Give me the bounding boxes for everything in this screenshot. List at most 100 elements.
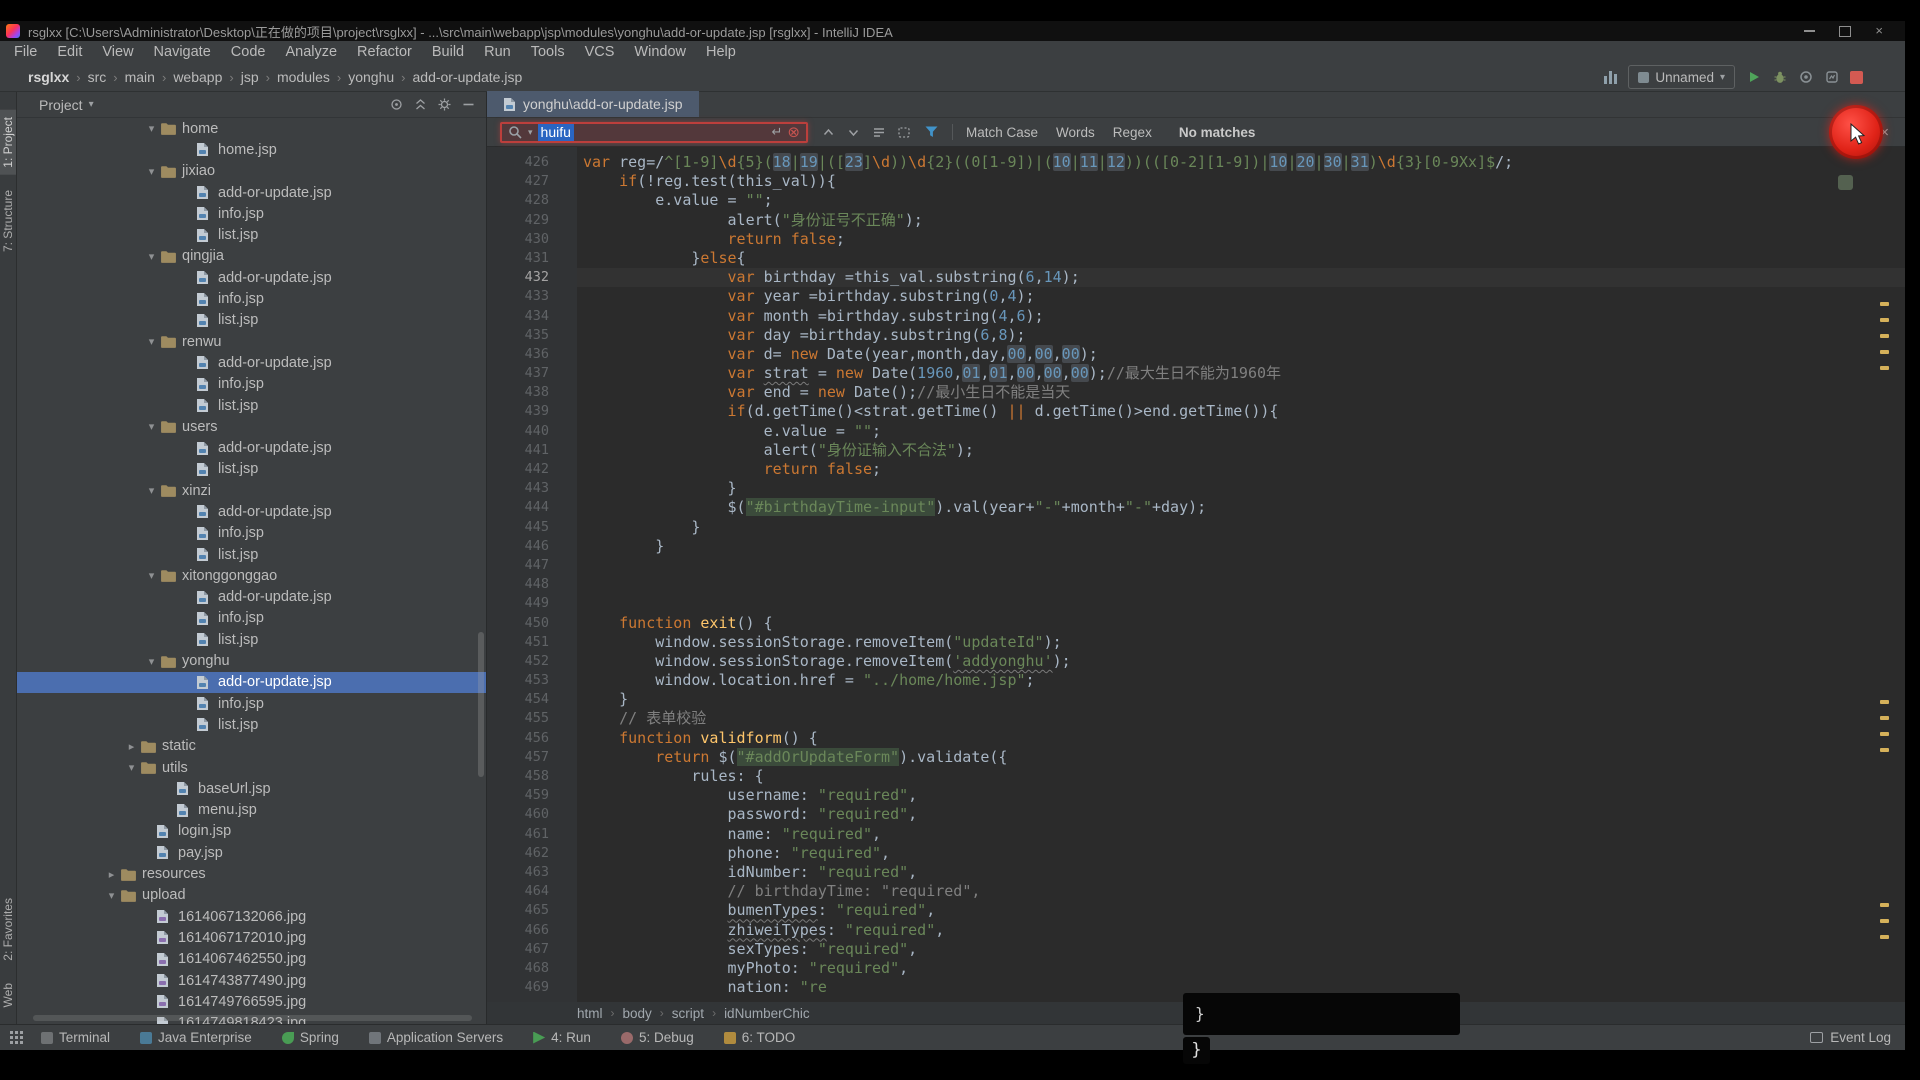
tree-item-add-or-update.jsp[interactable]: add-or-update.jsp	[17, 182, 486, 203]
stop-button[interactable]	[1850, 71, 1863, 84]
editor-breadcrumb-body[interactable]: body	[623, 1006, 652, 1021]
code-text[interactable]: window.location.href = "../home/home.jsp…	[577, 671, 1035, 690]
run-configuration-selector[interactable]: Unnamed ▾	[1628, 65, 1735, 89]
clear-search-icon[interactable]: ⊗	[787, 125, 800, 140]
tree-item-yonghu[interactable]: ▾yonghu	[17, 650, 486, 671]
settings-gear-icon[interactable]	[437, 97, 452, 112]
tree-item-info.jsp[interactable]: info.jsp	[17, 693, 486, 714]
menu-build[interactable]: Build	[422, 41, 474, 63]
line-number[interactable]: 451	[487, 633, 577, 652]
statusbar-application-servers[interactable]: Application Servers	[369, 1030, 503, 1045]
tree-item-list.jsp[interactable]: list.jsp	[17, 544, 486, 565]
menu-file[interactable]: File	[4, 41, 47, 63]
error-stripe-mark[interactable]	[1880, 748, 1889, 752]
tree-toggle-arrow[interactable]: ▾	[123, 761, 140, 774]
close-button[interactable]: ×	[1875, 21, 1883, 41]
tree-toggle-arrow[interactable]: ▾	[143, 569, 160, 582]
menu-view[interactable]: View	[92, 41, 143, 63]
tool-strip-button-web[interactable]: Web	[0, 976, 16, 1014]
editor-breadcrumb-script[interactable]: script	[672, 1006, 704, 1021]
tree-item-info.jsp[interactable]: info.jsp	[17, 523, 486, 544]
event-log-button[interactable]: Event Log	[1810, 1030, 1891, 1045]
tree-item-list.jsp[interactable]: list.jsp	[17, 629, 486, 650]
code-text[interactable]: bumenTypes: "required",	[577, 901, 935, 920]
code-text[interactable]: phone: "required",	[577, 844, 890, 863]
tree-item-xitonggonggao[interactable]: ▾xitonggonggao	[17, 565, 486, 586]
menu-refactor[interactable]: Refactor	[347, 41, 422, 63]
code-text[interactable]: }	[577, 537, 664, 556]
project-panel-header[interactable]: Project ▾	[17, 92, 486, 118]
line-number[interactable]: 454	[487, 690, 577, 709]
code-text[interactable]: if(d.getTime()<strat.getTime() || d.getT…	[577, 402, 1278, 421]
navbar-crumb-rsglxx[interactable]: rsglxx	[28, 69, 69, 85]
code-text[interactable]: function exit() {	[577, 614, 773, 633]
menu-window[interactable]: Window	[624, 41, 696, 63]
tree-item-1614067462550.jpg[interactable]: 1614067462550.jpg	[17, 949, 486, 970]
toolwindow-switcher-icon[interactable]	[10, 1031, 23, 1044]
code-text[interactable]: alert("身份证输入不合法");	[577, 441, 974, 460]
line-number[interactable]: 431	[487, 249, 577, 268]
line-number[interactable]: 458	[487, 767, 577, 786]
statusbar-6-todo[interactable]: 6: TODO	[724, 1030, 796, 1045]
line-number[interactable]: 448	[487, 575, 577, 594]
line-number[interactable]: 445	[487, 518, 577, 537]
code-text[interactable]: var month =birthday.substring(4,6);	[577, 307, 1044, 326]
error-stripe-mark[interactable]	[1880, 935, 1889, 939]
code-text[interactable]: zhiweiTypes: "required",	[577, 921, 944, 940]
line-number[interactable]: 457	[487, 748, 577, 767]
tree-item-renwu[interactable]: ▾renwu	[17, 331, 486, 352]
code-text[interactable]: window.sessionStorage.removeItem('addyon…	[577, 652, 1071, 671]
code-text[interactable]: e.value = "";	[577, 191, 773, 210]
line-number[interactable]: 455	[487, 709, 577, 728]
code-text[interactable]: rules: {	[577, 767, 764, 786]
line-number[interactable]: 467	[487, 940, 577, 959]
line-number[interactable]: 439	[487, 402, 577, 421]
coverage-button[interactable]	[1798, 70, 1813, 85]
code-text[interactable]: var year =birthday.substring(0,4);	[577, 287, 1035, 306]
minimize-button[interactable]	[1804, 30, 1815, 32]
select-occurrences-icon[interactable]	[896, 125, 911, 140]
line-number[interactable]: 435	[487, 326, 577, 345]
line-number[interactable]: 433	[487, 287, 577, 306]
debug-button[interactable]	[1772, 70, 1787, 85]
error-stripe-mark[interactable]	[1880, 716, 1889, 720]
code-text[interactable]: var birthday =this_val.substring(6,14);	[577, 268, 1080, 287]
collapse-all-button[interactable]	[413, 97, 428, 112]
tree-item-jixiao[interactable]: ▾jixiao	[17, 161, 486, 182]
code-text[interactable]: var reg=/^[1-9]\d{5}(18|19|([23]\d))\d{2…	[577, 153, 1513, 172]
code-text[interactable]: username: "required",	[577, 786, 917, 805]
tree-item-qingjia[interactable]: ▾qingjia	[17, 246, 486, 267]
profiler-button[interactable]	[1824, 70, 1839, 85]
tree-toggle-arrow[interactable]: ▾	[143, 655, 160, 668]
line-number[interactable]: 465	[487, 901, 577, 920]
tree-item-xinzi[interactable]: ▾xinzi	[17, 480, 486, 501]
code-text[interactable]: $("#birthdayTime-input").val(year+"-"+mo…	[577, 498, 1206, 517]
tool-strip-button-2-favorites[interactable]: 2: Favorites	[0, 891, 16, 968]
line-number[interactable]: 440	[487, 422, 577, 441]
menu-tools[interactable]: Tools	[521, 41, 575, 63]
next-match-button[interactable]	[846, 125, 861, 140]
error-stripe-mark[interactable]	[1880, 302, 1889, 306]
menu-vcs[interactable]: VCS	[575, 41, 625, 63]
tree-item-1614743877490.jpg[interactable]: 1614743877490.jpg	[17, 970, 486, 991]
error-stripe-mark[interactable]	[1880, 903, 1889, 907]
tree-item-pay.jsp[interactable]: pay.jsp	[17, 842, 486, 863]
editor-breadcrumb-html[interactable]: html	[577, 1006, 603, 1021]
menu-analyze[interactable]: Analyze	[275, 41, 347, 63]
code-text[interactable]: // 表单校验	[577, 709, 706, 728]
statusbar-java-enterprise[interactable]: Java Enterprise	[140, 1030, 252, 1045]
code-text[interactable]	[577, 575, 583, 594]
tree-item-add-or-update.jsp[interactable]: add-or-update.jsp	[17, 352, 486, 373]
code-text[interactable]: var strat = new Date(1960,01,01,00,00,00…	[577, 364, 1281, 383]
menu-navigate[interactable]: Navigate	[144, 41, 221, 63]
code-text[interactable]: }	[577, 518, 700, 537]
code-text[interactable]: }	[577, 690, 628, 709]
find-all-button[interactable]	[871, 125, 886, 140]
code-text[interactable]: var day =birthday.substring(6,8);	[577, 326, 1026, 345]
statusbar-5-debug[interactable]: 5: Debug	[621, 1030, 694, 1045]
line-number[interactable]: 427	[487, 172, 577, 191]
line-number[interactable]: 453	[487, 671, 577, 690]
code-text[interactable]: name: "required",	[577, 825, 881, 844]
newline-icon[interactable]: ↵	[772, 124, 783, 140]
statusbar-spring[interactable]: Spring	[282, 1030, 339, 1045]
